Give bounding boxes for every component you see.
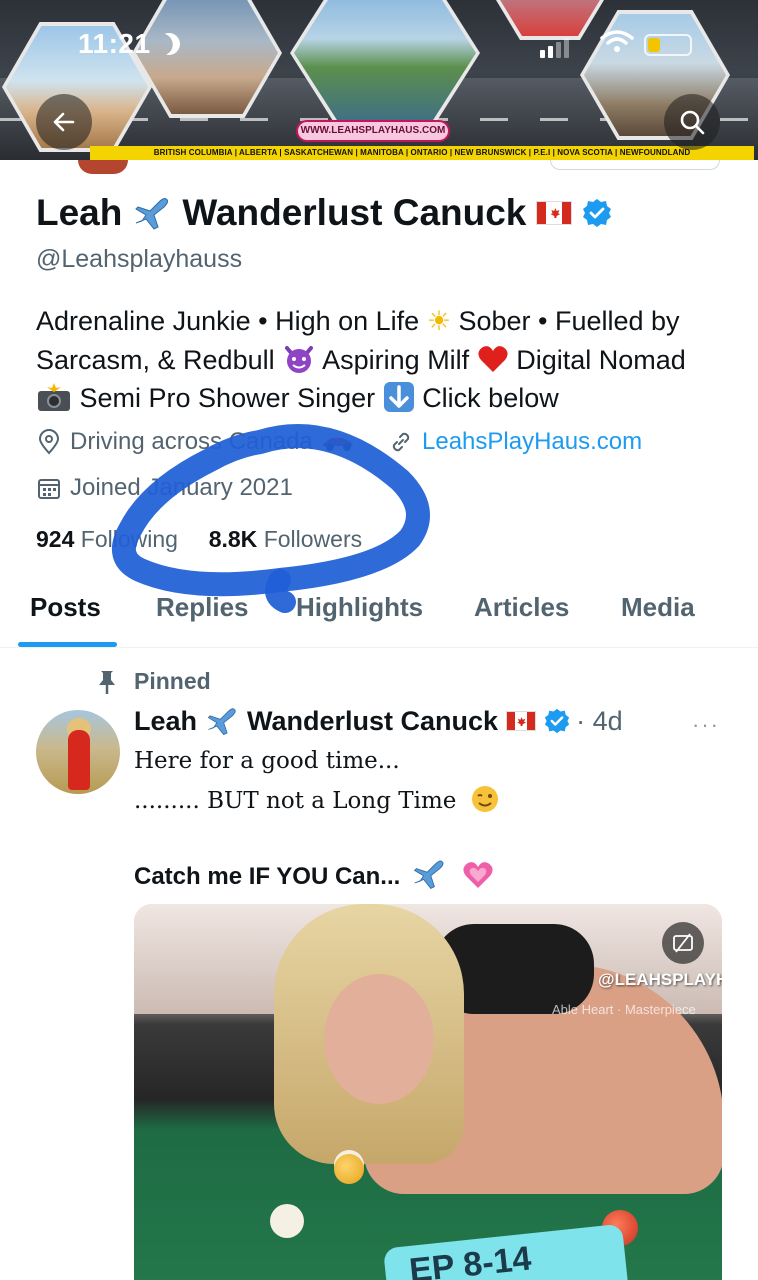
profile-location-text: Driving across Canada — [70, 428, 313, 455]
post-text-line-3: Catch me IF YOU Can... — [134, 863, 401, 890]
post-author-rest: Wanderlust Canuck — [247, 705, 499, 736]
battery-icon — [644, 34, 692, 56]
sun-emoji-icon: ☀ — [426, 306, 451, 337]
back-arrow-icon — [53, 112, 75, 132]
sparkling-heart-emoji-icon — [463, 862, 493, 888]
profile-joined-date: Joined January 2021 — [36, 474, 293, 502]
calendar-icon — [38, 479, 60, 499]
profile-name-rest: Wanderlust Canuck — [182, 192, 527, 233]
followers-label: Followers — [263, 526, 363, 552]
profile-location: Driving across Canada — [36, 428, 355, 456]
verified-badge-icon[interactable] — [582, 198, 612, 228]
bio-text: Digital Nomad — [516, 345, 686, 375]
profile-website-link[interactable]: LeahsPlayHaus.com — [388, 428, 642, 456]
profile-display-name: Leah Wanderlust Canuck — [36, 192, 612, 234]
profile-banner[interactable]: WWW.LEAHSPLAYHAUS.COM BRITISH COLUMBIA |… — [0, 0, 758, 160]
following-stat[interactable]: 924 Following — [36, 526, 178, 552]
link-icon — [392, 432, 410, 452]
post-author-name[interactable]: Leah Wanderlust Canuck — [134, 704, 570, 738]
down-arrow-emoji-icon — [383, 382, 414, 412]
wifi-icon — [600, 30, 634, 52]
tab-articles[interactable]: Articles — [474, 592, 569, 623]
media-watermark-secondary: Able Heart · Masterpiece — [552, 1002, 696, 1017]
canada-flag-icon — [506, 711, 537, 731]
profile-bio: Adrenaline Junkie • High on Life ☀ Sober… — [36, 302, 736, 417]
pinned-label: Pinned — [134, 668, 211, 694]
red-heart-emoji-icon — [478, 346, 508, 372]
tab-media[interactable]: Media — [621, 592, 695, 623]
followers-stat[interactable]: 8.8K Followers — [209, 526, 362, 552]
more-options-icon[interactable]: ··· — [692, 712, 720, 738]
bio-line-1: Adrenaline Junkie • High on Life ☀ Sober… — [36, 302, 736, 341]
cellular-signal-icon — [540, 38, 569, 58]
pin-icon — [99, 670, 115, 694]
bio-text: Adrenaline Junkie • High on Life — [36, 306, 420, 336]
post-timestamp[interactable]: · 4d — [576, 706, 623, 737]
tab-posts[interactable]: Posts — [30, 592, 101, 623]
search-button[interactable] — [664, 94, 720, 150]
captions-icon — [673, 933, 693, 953]
post-text-line-3-wrap: Catch me IF YOU Can... — [134, 856, 494, 892]
back-button[interactable] — [36, 94, 92, 150]
tab-highlights[interactable]: Highlights — [296, 592, 423, 623]
location-icon — [38, 429, 60, 455]
banner-website-label: WWW.LEAHSPLAYHAUS.COM — [296, 120, 450, 142]
airplane-emoji-icon — [135, 198, 169, 230]
search-icon — [680, 110, 705, 135]
post-author-avatar[interactable] — [36, 710, 120, 794]
banner-photo-4 — [490, 0, 610, 40]
profile-avatar[interactable] — [78, 160, 128, 174]
pinned-indicator: Pinned — [96, 668, 211, 695]
active-tab-indicator — [18, 642, 117, 647]
camera-flash-emoji-icon — [38, 383, 70, 411]
post-header: Leah Wanderlust Canuck · 4d — [134, 704, 623, 738]
post-text-line-2: ......... BUT not a Long Time — [134, 788, 457, 814]
race-car-emoji-icon — [322, 438, 353, 451]
devil-emoji-icon — [285, 346, 314, 373]
media-sticker: EP 8-14 — [382, 1223, 630, 1280]
follow-button[interactable] — [550, 160, 720, 170]
profile-handle: @Leahsplayhauss — [36, 245, 243, 273]
media-watermark: @LEAHSPLAYHAUS — [598, 970, 722, 989]
profile-name-first: Leah — [36, 192, 123, 233]
followers-count: 8.8K — [208, 526, 258, 552]
bio-text: Sarcasm, & Redbull — [36, 345, 275, 375]
post-text-line-2-wrap: ......... BUT not a Long Time — [134, 784, 734, 814]
verified-badge-icon — [544, 708, 570, 734]
following-label: Following — [80, 526, 178, 552]
post-text-line-1: Here for a good time... — [134, 748, 400, 774]
airplane-emoji-icon — [207, 708, 236, 736]
bio-text: Sober • Fuelled by — [458, 306, 680, 336]
canada-flag-icon — [536, 201, 573, 225]
banner-provinces-strip: BRITISH COLUMBIA | ALBERTA | SASKATCHEWA… — [90, 146, 754, 160]
profile-joined-text: Joined January 2021 — [70, 474, 293, 501]
post-media-video[interactable]: @LEAHSPLAYHAUS Able Heart · Masterpiece … — [134, 904, 722, 1280]
profile-stats: 924 Following 8.8K Followers — [36, 526, 362, 553]
airplane-emoji-icon — [413, 860, 444, 889]
bio-text: Semi Pro Shower Singer — [79, 383, 376, 413]
status-time: 11:21 — [78, 28, 151, 59]
captions-button[interactable] — [662, 922, 704, 964]
tab-replies[interactable]: Replies — [156, 592, 249, 623]
following-count: 924 — [36, 526, 75, 552]
bio-line-3: Semi Pro Shower Singer Click below — [36, 379, 736, 417]
post-author-first: Leah — [134, 705, 198, 736]
profile-tabs: Posts Replies Highlights Articles Media — [0, 574, 758, 648]
winking-face-emoji-icon — [471, 786, 498, 812]
bio-text: Aspiring Milf — [322, 345, 470, 375]
bio-line-2: Sarcasm, & Redbull Aspiring Milf Digital… — [36, 341, 736, 379]
profile-website-text[interactable]: LeahsPlayHaus.com — [422, 428, 642, 456]
post-time-value: 4d — [592, 705, 623, 736]
bio-text: Click below — [422, 383, 559, 413]
